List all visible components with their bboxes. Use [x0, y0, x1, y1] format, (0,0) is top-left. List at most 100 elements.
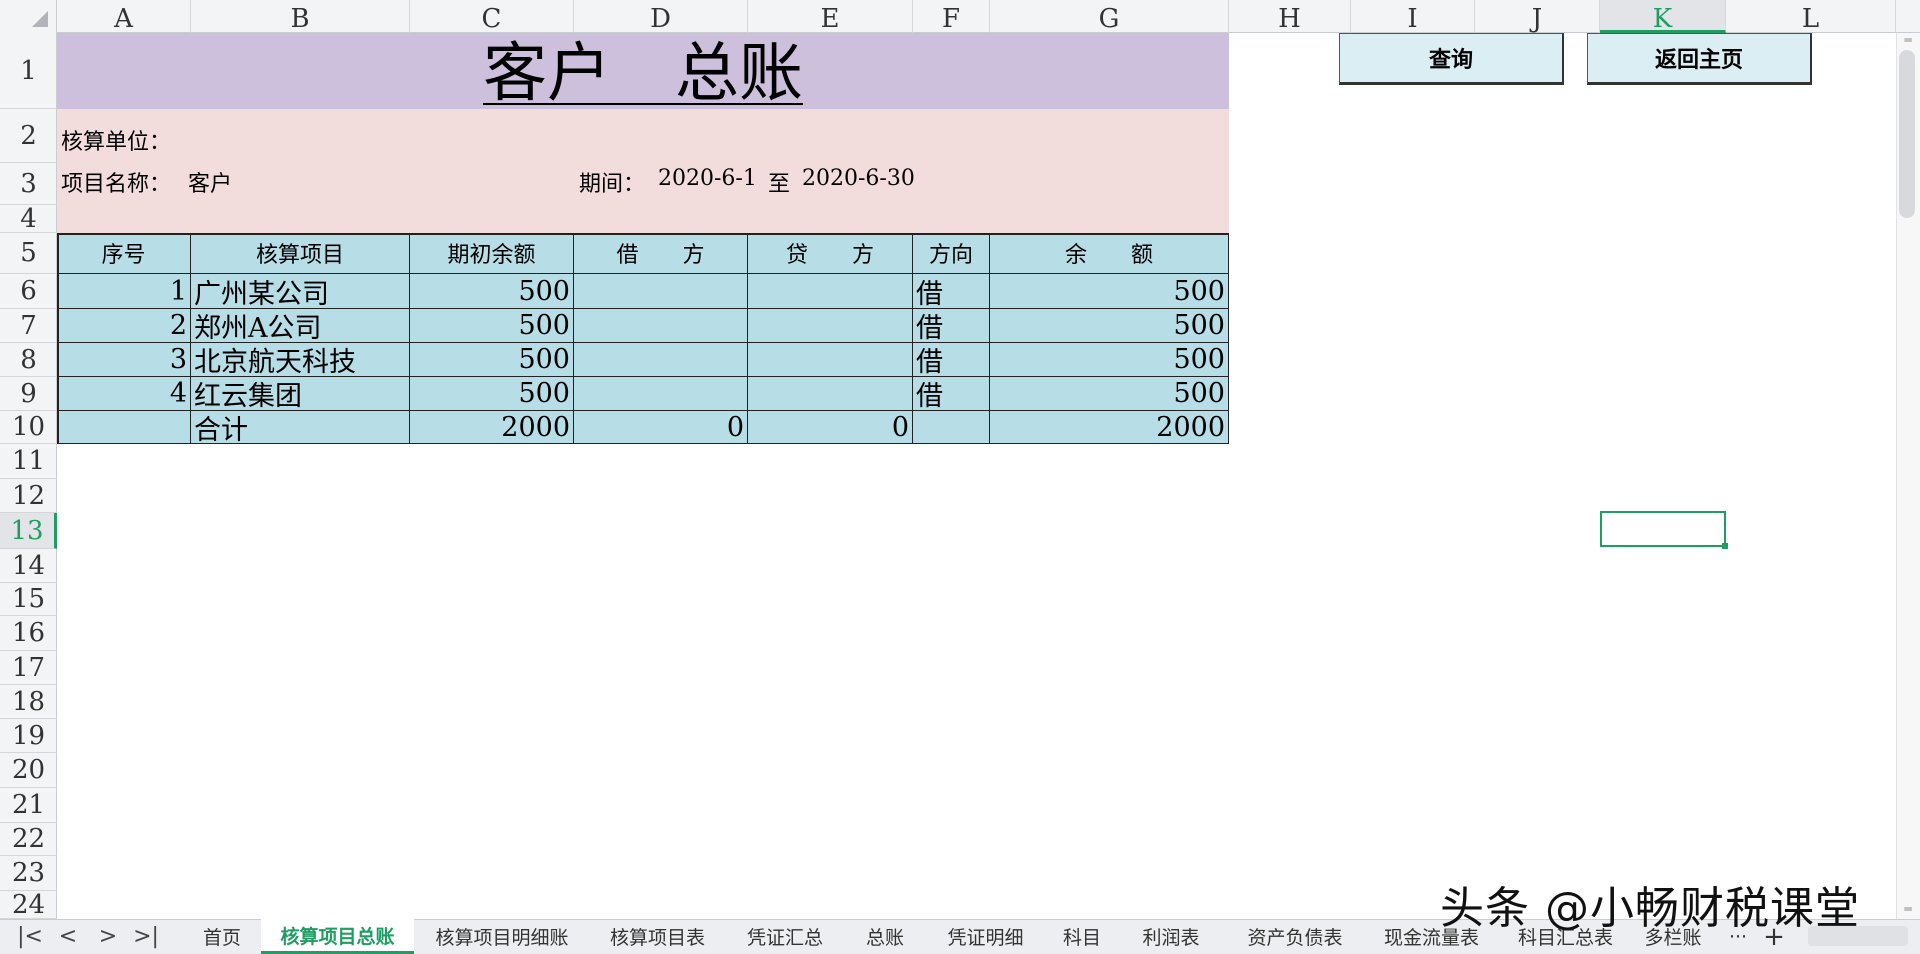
row-header-9[interactable]: 9 [0, 377, 57, 411]
column-header-a[interactable]: A [57, 0, 191, 34]
sheet-tab[interactable]: 资产负债表 [1224, 919, 1366, 954]
row-header-13[interactable]: 13 [0, 513, 57, 549]
row-header-3[interactable]: 3 [0, 163, 57, 205]
scroll-split-icon[interactable]: ═ [1900, 34, 1916, 46]
sheet-tab[interactable]: 首页 [183, 919, 261, 954]
row-header-2[interactable]: 2 [0, 109, 57, 163]
row-header-21[interactable]: 21 [0, 788, 57, 823]
table-cell[interactable]: 2 [57, 309, 191, 343]
table-cell[interactable]: 郑州A公司 [191, 309, 410, 343]
column-header-g[interactable]: G [990, 0, 1229, 34]
table-cell[interactable]: 广州某公司 [191, 274, 410, 309]
table-cell[interactable]: 红云集团 [191, 377, 410, 411]
row-header-5[interactable]: 5 [0, 233, 57, 274]
period-label[interactable]: 期间： [579, 166, 645, 198]
total-row-cell[interactable]: 0 [748, 411, 913, 444]
row-header-17[interactable]: 17 [0, 651, 57, 685]
table-cell[interactable]: 3 [57, 343, 191, 377]
total-row-cell[interactable]: 2000 [410, 411, 574, 444]
sheet-tab[interactable]: 科目 [1046, 919, 1118, 954]
unit-label[interactable]: 核算单位： [61, 124, 171, 156]
table-cell[interactable]: 500 [990, 274, 1229, 309]
sheet-tab[interactable]: 总账 [845, 919, 925, 954]
total-row-cell[interactable]: 合计 [191, 411, 410, 444]
item-value[interactable]: 客户 [188, 166, 232, 198]
sheet-tab[interactable]: 利润表 [1118, 919, 1224, 954]
column-header-j[interactable]: J [1475, 0, 1600, 34]
total-row-cell[interactable]: 0 [574, 411, 748, 444]
next-sheet-icon[interactable]: > [90, 919, 126, 954]
row-header-6[interactable]: 6 [0, 274, 57, 309]
sheet-tab[interactable]: 凭证汇总 [725, 919, 845, 954]
table-cell[interactable]: 500 [990, 343, 1229, 377]
table-header-cell[interactable]: 序号 [57, 233, 191, 274]
row-header-12[interactable]: 12 [0, 479, 57, 513]
table-cell[interactable]: 借 [913, 377, 990, 411]
last-sheet-icon[interactable]: >| [128, 919, 164, 954]
table-cell[interactable] [574, 274, 748, 309]
row-header-24[interactable]: 24 [0, 890, 57, 920]
table-cell[interactable] [748, 274, 913, 309]
table-cell[interactable] [574, 377, 748, 411]
row-header-22[interactable]: 22 [0, 823, 57, 856]
table-cell[interactable]: 500 [990, 309, 1229, 343]
row-header-1[interactable]: 1 [0, 33, 57, 109]
row-header-4[interactable]: 4 [0, 204, 57, 234]
total-row-cell[interactable] [913, 411, 990, 444]
row-header-11[interactable]: 11 [0, 444, 57, 479]
sheet-tab[interactable]: 凭证明细 [925, 919, 1046, 954]
table-cell[interactable]: 500 [410, 343, 574, 377]
column-header-e[interactable]: E [748, 0, 913, 34]
table-cell[interactable] [748, 377, 913, 411]
table-cell[interactable]: 500 [990, 377, 1229, 411]
table-cell[interactable]: 4 [57, 377, 191, 411]
table-cell[interactable]: 1 [57, 274, 191, 309]
column-header-c[interactable]: C [410, 0, 574, 34]
row-header-23[interactable]: 23 [0, 856, 57, 891]
table-cell[interactable]: 500 [410, 274, 574, 309]
select-all-corner[interactable] [0, 0, 57, 33]
row-header-15[interactable]: 15 [0, 583, 57, 616]
table-cell[interactable] [574, 309, 748, 343]
sheet-tab[interactable]: 核算项目总账 [261, 919, 414, 954]
column-header-d[interactable]: D [574, 0, 748, 34]
selected-cell-k13[interactable] [1600, 511, 1728, 549]
vertical-scroll-thumb[interactable] [1899, 50, 1915, 218]
table-header-cell[interactable]: 核算项目 [191, 233, 410, 274]
table-cell[interactable] [748, 343, 913, 377]
column-header-b[interactable]: B [191, 0, 410, 34]
table-cell[interactable] [748, 309, 913, 343]
row-header-18[interactable]: 18 [0, 685, 57, 719]
table-cell[interactable]: 500 [410, 377, 574, 411]
row-header-14[interactable]: 14 [0, 549, 57, 583]
table-header-cell[interactable]: 贷 方 [748, 233, 913, 274]
table-cell[interactable]: 借 [913, 343, 990, 377]
table-cell[interactable]: 借 [913, 309, 990, 343]
total-row-cell[interactable] [57, 411, 191, 444]
column-header-l[interactable]: L [1726, 0, 1896, 34]
total-row-cell[interactable]: 2000 [990, 411, 1229, 444]
column-header-h[interactable]: H [1229, 0, 1351, 34]
table-cell[interactable]: 北京航天科技 [191, 343, 410, 377]
period-to[interactable]: 2020-6-30 [802, 166, 915, 191]
column-header-f[interactable]: F [913, 0, 990, 34]
fill-handle[interactable] [1722, 543, 1728, 549]
row-header-7[interactable]: 7 [0, 309, 57, 343]
row-header-10[interactable]: 10 [0, 411, 57, 444]
period-from[interactable]: 2020-6-1 [658, 166, 757, 191]
sheet-title[interactable]: 客户 总账 [57, 33, 1229, 111]
sheet-tab[interactable]: 核算项目表 [590, 919, 725, 954]
query-button[interactable]: 查询 [1339, 33, 1564, 85]
column-header-k[interactable]: K [1600, 0, 1726, 34]
prev-sheet-icon[interactable]: < [50, 919, 86, 954]
table-header-cell[interactable]: 余 额 [990, 233, 1229, 274]
scroll-split-bottom-icon[interactable]: ═ [1900, 903, 1916, 915]
row-header-20[interactable]: 20 [0, 753, 57, 788]
table-cell[interactable] [574, 343, 748, 377]
table-header-cell[interactable]: 方向 [913, 233, 990, 274]
return-home-button[interactable]: 返回主页 [1587, 33, 1812, 85]
row-header-19[interactable]: 19 [0, 719, 57, 753]
sheet-tab[interactable]: 核算项目明细账 [414, 919, 590, 954]
table-cell[interactable]: 500 [410, 309, 574, 343]
row-header-16[interactable]: 16 [0, 616, 57, 651]
